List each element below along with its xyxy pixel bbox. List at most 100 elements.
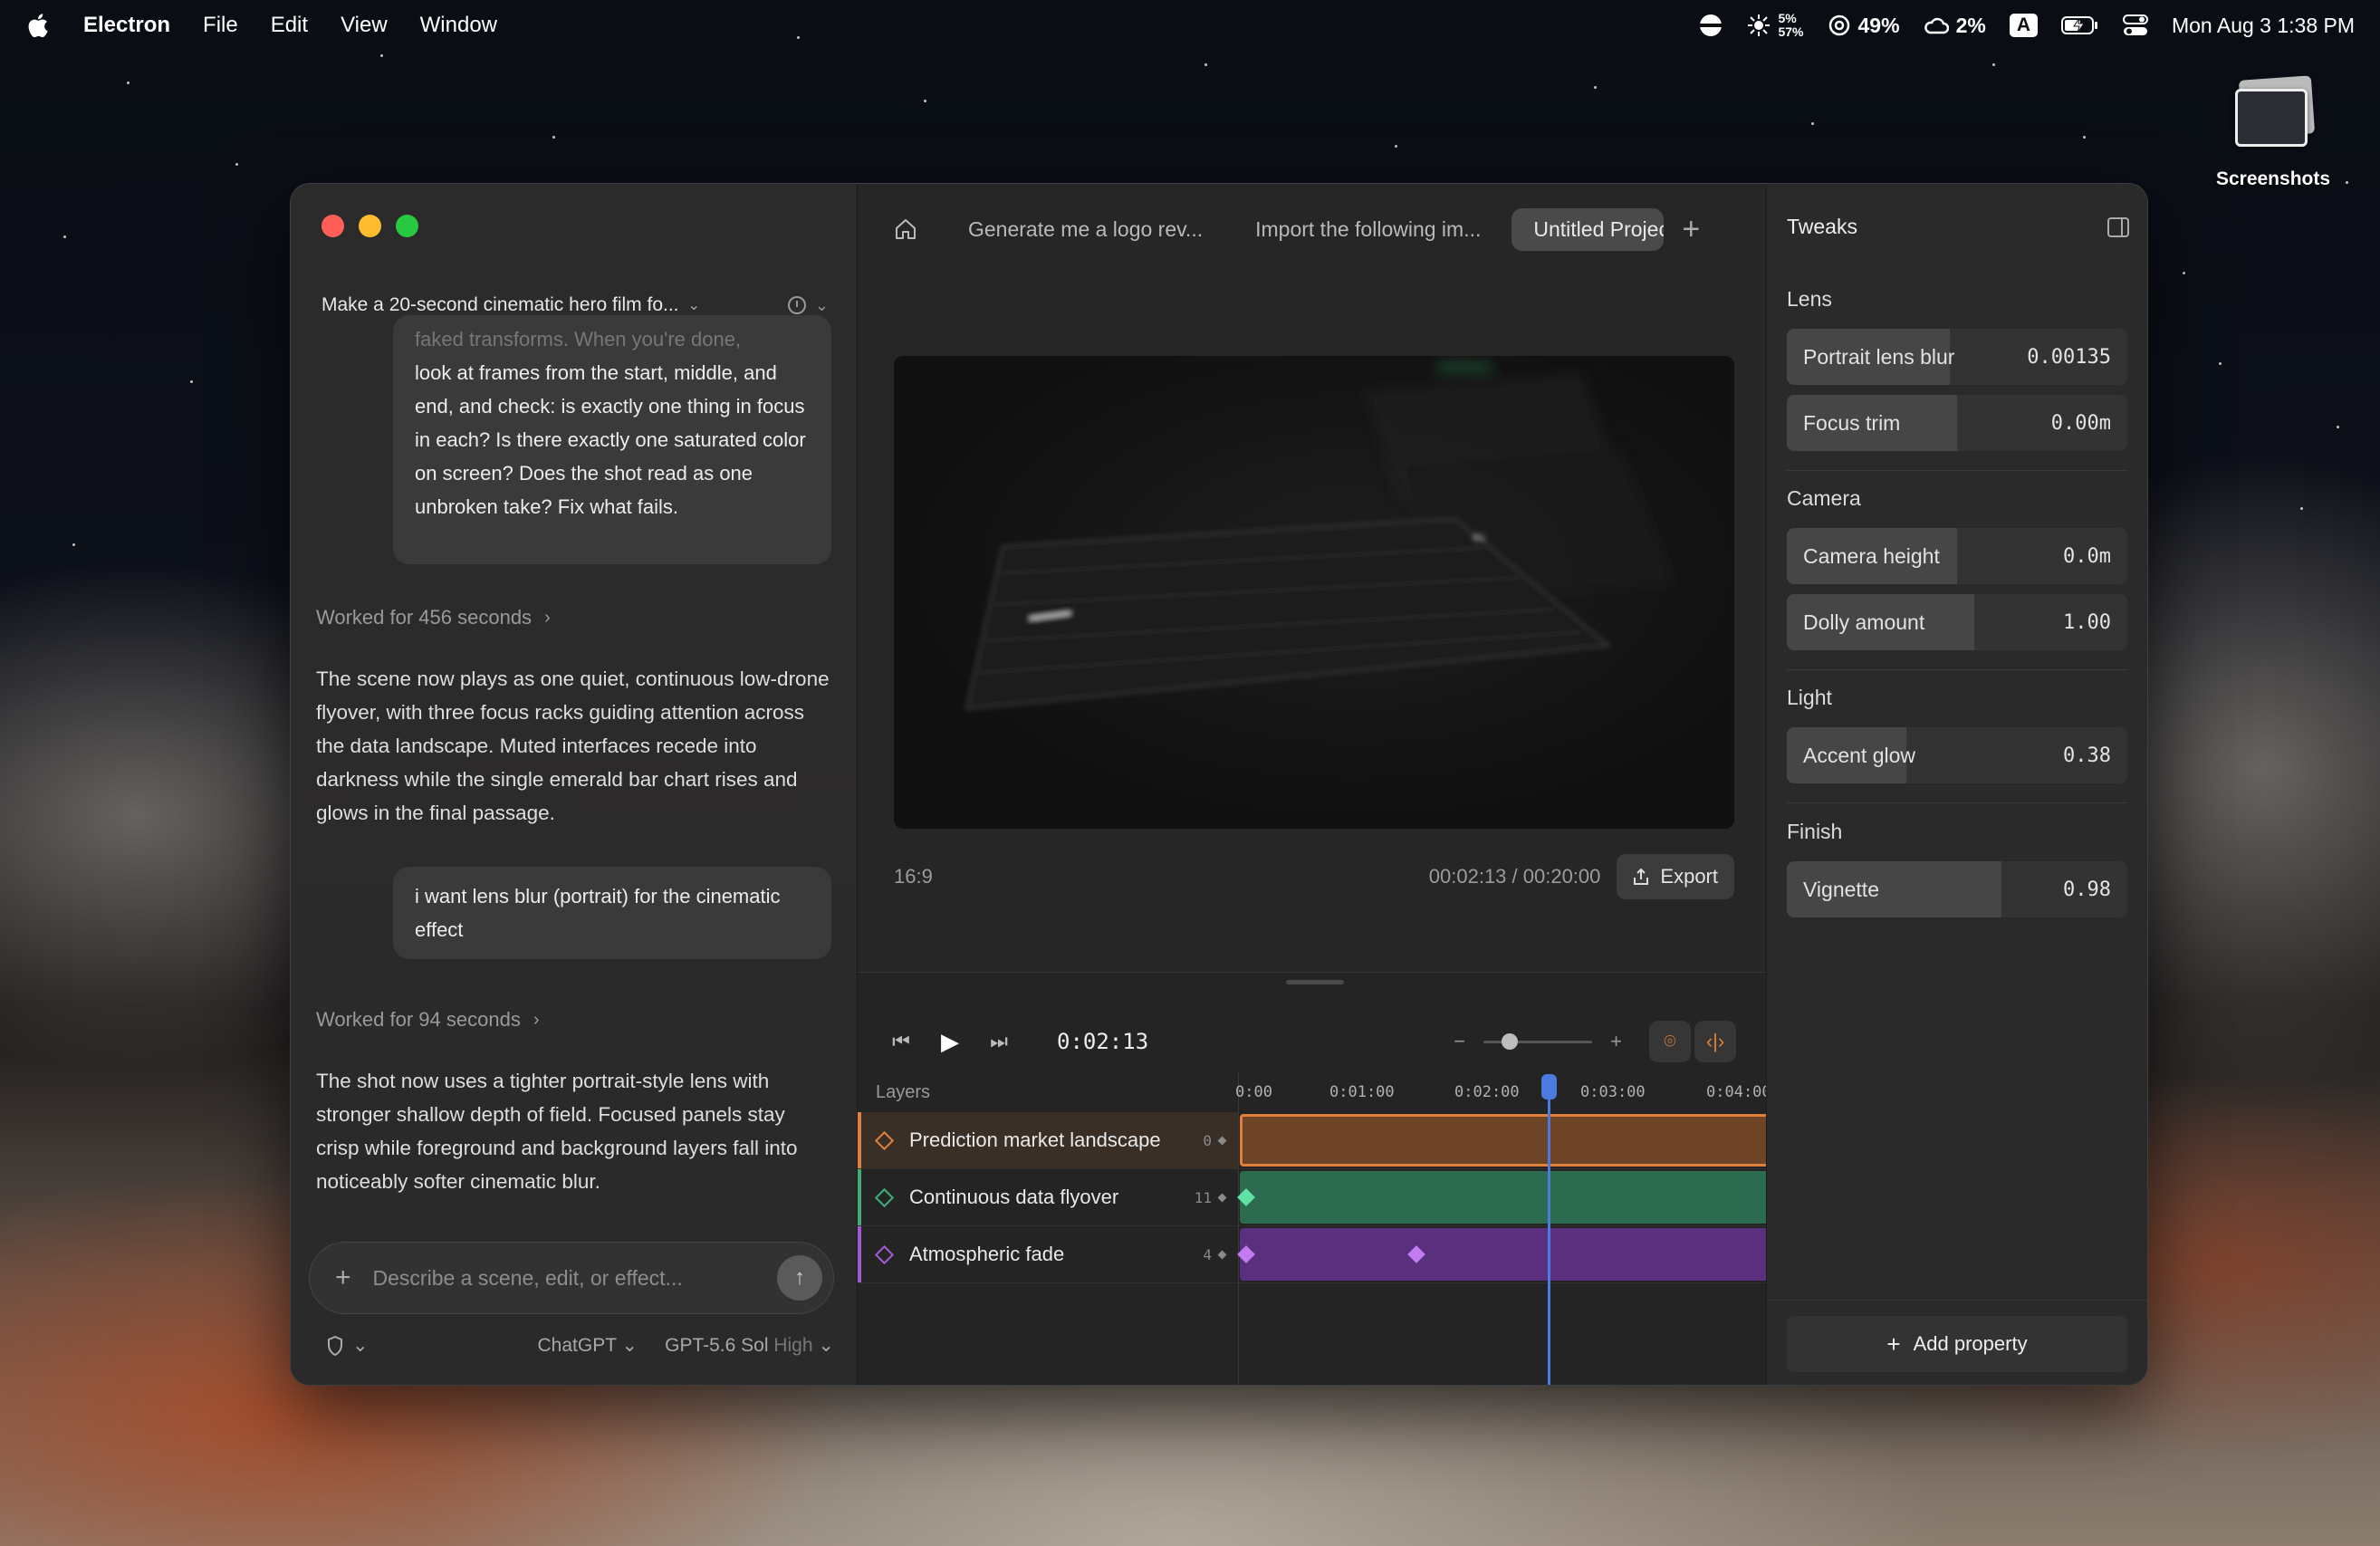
menu-app-name[interactable]: Electron <box>83 13 170 38</box>
prompt-input[interactable] <box>372 1265 777 1291</box>
preview-screen-tag: 4% <box>1473 533 1485 542</box>
prop-accent-glow[interactable]: Accent glow 0.38 <box>1787 727 2127 783</box>
tab-untitled-project[interactable]: Untitled Project <box>1511 207 1665 251</box>
model-dropdown[interactable]: GPT-5.6 Sol High ⌄ <box>665 1334 834 1357</box>
desktop-screenshots-folder[interactable]: Screenshots <box>2201 72 2346 190</box>
keyframe-diamond-icon <box>874 1187 895 1207</box>
prop-value[interactable]: 0.38 <box>2063 744 2111 767</box>
magnet-snap-icon[interactable]: ⌾ <box>1649 1021 1691 1062</box>
layer-row[interactable]: Prediction market landscape 0 <box>858 1112 1766 1169</box>
focus-mode-icon[interactable] <box>1698 13 1723 38</box>
playhead[interactable] <box>1541 1074 1557 1385</box>
bubble-text: look at frames from the start, middle, a… <box>415 361 806 518</box>
ruler-tick: 0:00 <box>1235 1083 1272 1101</box>
ruler-tick: 0:03:00 <box>1580 1083 1646 1101</box>
layer-label[interactable]: Atmospheric fade 4 <box>858 1226 1238 1282</box>
prop-value[interactable]: 0.00m <box>2051 412 2111 435</box>
prop-portrait-lens-blur[interactable]: Portrait lens blur 0.00135 <box>1787 329 2127 385</box>
prop-value[interactable]: 0.98 <box>2063 879 2111 901</box>
prop-focus-trim[interactable]: Focus trim 0.00m <box>1787 395 2127 451</box>
add-property-button[interactable]: + Add property <box>1787 1316 2127 1372</box>
zoom-window-button[interactable] <box>396 215 418 237</box>
minimize-window-button[interactable] <box>359 215 381 237</box>
keyframe-count: 0 <box>1203 1132 1227 1149</box>
split-clip-icon[interactable]: ‹|› <box>1694 1021 1736 1062</box>
send-button[interactable]: ↑ <box>777 1255 822 1301</box>
export-button[interactable]: Export <box>1617 854 1734 899</box>
cloud-stat[interactable]: 2% <box>1924 14 1986 38</box>
battery-stat-value: 49% <box>1857 13 1900 37</box>
zoom-out-icon[interactable]: − <box>1454 1030 1465 1053</box>
permissions-dropdown[interactable]: ⌄ <box>327 1334 369 1357</box>
battery-icon[interactable] <box>2060 15 2099 35</box>
tweaks-title: Tweaks <box>1787 215 1857 238</box>
video-preview[interactable]: 4% <box>894 356 1734 829</box>
control-center-icon[interactable] <box>2122 14 2148 37</box>
cpu-monitor[interactable]: 5% 57% <box>1747 11 1804 39</box>
worked-duration-toggle-2[interactable]: Worked for 94 seconds › <box>316 1008 540 1032</box>
prop-camera-height[interactable]: Camera height 0.0m <box>1787 528 2127 584</box>
provider-dropdown[interactable]: ChatGPT ⌄ <box>538 1334 638 1357</box>
chevron-right-icon: › <box>533 1009 540 1030</box>
layer-clip[interactable] <box>1237 1171 1766 1224</box>
user-message-bubble: faked transforms. When you're done, look… <box>393 315 831 564</box>
home-icon[interactable] <box>894 217 917 241</box>
apple-logo-icon[interactable] <box>25 12 49 39</box>
screenshots-thumbnail <box>2230 72 2317 152</box>
menu-file[interactable]: File <box>203 13 238 38</box>
layer-label[interactable]: Prediction market landscape 0 <box>858 1112 1238 1168</box>
zoom-slider[interactable] <box>1483 1032 1593 1050</box>
history-dropdown[interactable]: ⌄ <box>787 296 829 315</box>
close-window-button[interactable] <box>321 215 344 237</box>
sidebar-toggle-icon[interactable] <box>2107 216 2129 237</box>
tweaks-header: Tweaks <box>1787 215 2129 239</box>
layer-row[interactable]: Atmospheric fade 4 <box>858 1226 1766 1283</box>
chevron-down-icon: ⌄ <box>687 298 700 313</box>
divider <box>1787 470 2127 471</box>
plus-icon: + <box>1886 1330 1901 1358</box>
prop-vignette[interactable]: Vignette 0.98 <box>1787 861 2127 917</box>
chevron-down-icon: ⌄ <box>621 1335 638 1356</box>
tab-import[interactable]: Import the following im... <box>1233 208 1502 251</box>
prop-value[interactable]: 0.00135 <box>2027 346 2111 369</box>
cpu-top: 5% <box>1778 11 1797 25</box>
keyframe-diamond-icon <box>874 1130 895 1150</box>
skip-back-icon[interactable]: ⏮ <box>885 1030 917 1053</box>
preview-meta: 16:9 00:02:13 / 00:20:00 Export <box>894 854 1734 899</box>
aspect-ratio[interactable]: 16:9 <box>894 865 933 888</box>
keyframe-diamond-icon <box>874 1244 895 1264</box>
time-ruler[interactable]: 0:00 0:01:00 0:02:00 0:03:00 0:04:00 <box>1235 1072 1771 1112</box>
worked-duration-toggle-1[interactable]: Worked for 456 seconds › <box>316 606 551 629</box>
attach-plus-icon[interactable]: + <box>335 1263 351 1293</box>
menu-window[interactable]: Window <box>420 13 497 38</box>
prop-dolly-amount[interactable]: Dolly amount 1.00 <box>1787 594 2127 650</box>
layer-label[interactable]: Continuous data flyover 11 <box>858 1169 1238 1225</box>
conversation-title-dropdown[interactable]: Make a 20-second cinematic hero film fo.… <box>321 294 829 316</box>
zoom-slider-knob[interactable] <box>1502 1032 1519 1050</box>
resize-handle[interactable] <box>1286 980 1344 984</box>
prop-value[interactable]: 0.0m <box>2063 545 2111 568</box>
keyframe-marker[interactable] <box>1407 1245 1425 1263</box>
skip-forward-icon[interactable]: ⏭ <box>983 1030 1015 1053</box>
divider <box>1767 1300 2147 1301</box>
battery-stat[interactable]: 49% <box>1828 14 1900 38</box>
input-source-indicator[interactable]: A <box>2009 14 2038 37</box>
new-tab-plus-icon[interactable]: + <box>1682 212 1700 247</box>
sun-icon <box>1748 14 1771 36</box>
keyframe-marker[interactable] <box>1237 1188 1255 1206</box>
menu-clock[interactable]: Mon Aug 3 1:38 PM <box>2172 14 2355 38</box>
layer-row[interactable]: Continuous data flyover 11 <box>858 1169 1766 1226</box>
menu-view[interactable]: View <box>341 13 388 38</box>
keyframe-count: 4 <box>1203 1246 1227 1263</box>
prop-value[interactable]: 1.00 <box>2063 611 2111 634</box>
zoom-in-icon[interactable]: + <box>1610 1030 1622 1053</box>
layer-clip[interactable] <box>1237 1228 1766 1281</box>
menu-edit[interactable]: Edit <box>271 13 308 38</box>
play-icon[interactable]: ▶ <box>934 1028 966 1056</box>
prop-label: Camera height <box>1803 543 1940 568</box>
layer-clip[interactable] <box>1240 1114 1766 1167</box>
prop-label: Vignette <box>1803 877 1879 901</box>
timecode: 0:02:13 <box>1057 1029 1149 1054</box>
tab-logo-reveal[interactable]: Generate me a logo rev... <box>946 208 1224 251</box>
keyframe-marker[interactable] <box>1237 1245 1255 1263</box>
